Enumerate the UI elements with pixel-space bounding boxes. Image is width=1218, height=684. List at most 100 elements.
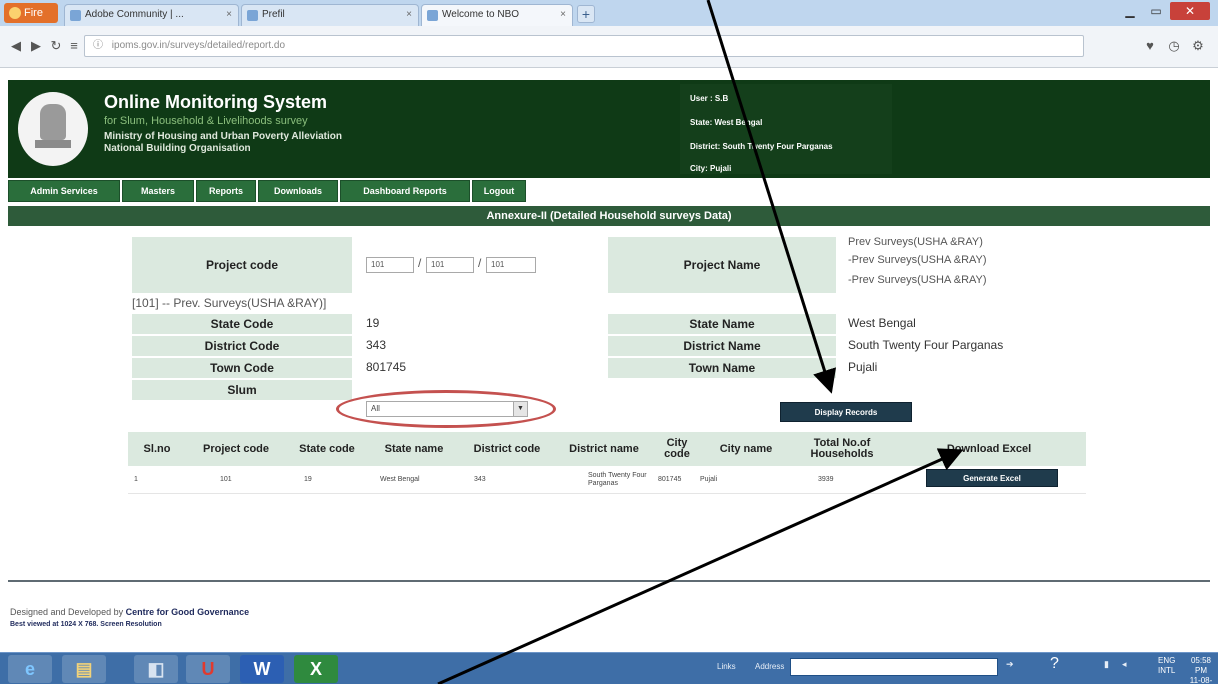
town-code-value: 801745 (366, 360, 407, 374)
lang-region: INTL (1158, 666, 1176, 675)
tab-close-icon[interactable]: × (560, 5, 566, 25)
district-code-label: District Code (132, 336, 352, 358)
taskbar-address-input[interactable] (790, 658, 998, 676)
browser-navbar: ◀ ▶ ↻ ≡ ⓘ ipoms.gov.in/surveys/detailed/… (0, 26, 1218, 68)
state-code-label: State Code (132, 314, 352, 336)
menu-downloads[interactable]: Downloads (258, 180, 338, 202)
help-icon[interactable]: ? (1050, 655, 1059, 673)
state-line: State: West Bengal (690, 118, 763, 127)
user-info-panel: User : S.B State: West Bengal District: … (680, 84, 892, 174)
tab-close-icon[interactable]: × (226, 5, 232, 25)
col-download-excel: Download Excel (946, 442, 1032, 455)
firefox-menu-button[interactable]: Fire (4, 3, 58, 23)
project-code-input-2[interactable]: 101 (426, 257, 474, 273)
antivirus-icon[interactable]: U (186, 655, 230, 683)
project-code-input-3[interactable]: 101 (486, 257, 536, 273)
file-explorer-icon[interactable]: ▤ (62, 655, 106, 683)
ministry-name: Ministry of Housing and Urban Poverty Al… (104, 131, 342, 142)
back-icon[interactable]: ◀ (6, 36, 26, 56)
menu-masters[interactable]: Masters (122, 180, 194, 202)
slum-label: Slum (132, 380, 352, 402)
col-district-name: District name (569, 442, 639, 455)
project-name-label: Project Name (608, 237, 836, 295)
col-district-code: District code (473, 442, 541, 455)
system-time[interactable]: 05:58 PM 11-08-2015 (1184, 656, 1218, 684)
cell-slno: 1 (134, 476, 138, 483)
links-label[interactable]: Links (717, 662, 736, 671)
district-name-value: South Twenty Four Parganas (848, 338, 1004, 352)
heart-icon[interactable]: ♥ (1140, 36, 1160, 56)
organisation-name: National Building Organisation (104, 143, 251, 154)
cell-district-code: 343 (474, 476, 486, 483)
address-label: Address (755, 662, 785, 671)
word-icon[interactable]: W (240, 655, 284, 683)
town-name-label: Town Name (608, 358, 836, 380)
slash-separator: / (418, 256, 422, 270)
tab-favicon-icon (70, 10, 81, 21)
site-title: Online Monitoring System (104, 92, 328, 112)
results-table-header: Sl.no Project code State code State name… (128, 432, 1086, 466)
site-header: Online Monitoring System for Slum, House… (8, 80, 1210, 178)
windows-taskbar: e ▤ ◧ U W X Links Address ➔ ? ▮ ◂ ENG IN… (0, 652, 1218, 684)
site-info-icon[interactable]: ⓘ (93, 40, 103, 51)
clock-date: 11-08-2015 (1189, 676, 1213, 684)
image-viewer-icon[interactable]: ◧ (134, 655, 178, 683)
footer-divider (8, 580, 1210, 582)
site-subtitle: for Slum, Household & Livelihoods survey (104, 115, 308, 127)
cell-project-code: 101 (220, 476, 232, 483)
menu-reports[interactable]: Reports (196, 180, 256, 202)
cell-state-code: 19 (304, 476, 312, 483)
minimize-button[interactable]: ▁ (1118, 2, 1142, 20)
internet-explorer-icon[interactable]: e (8, 655, 52, 683)
menu-admin-services[interactable]: Admin Services (8, 180, 120, 202)
firefox-label: Fire (24, 7, 43, 19)
cell-city-name: Pujali (700, 476, 718, 483)
tab-favicon-icon (247, 10, 258, 21)
browser-tab-active[interactable]: Welcome to NBO × (421, 4, 573, 26)
addon-icon[interactable]: ⚙ (1188, 36, 1208, 56)
maximize-button[interactable]: ▭ (1144, 2, 1168, 20)
new-tab-button[interactable]: + (577, 5, 595, 23)
system-clock[interactable]: ENG INTL (1158, 656, 1175, 676)
footer-credit-org[interactable]: Centre for Good Governance (126, 607, 250, 617)
national-emblem-icon (18, 92, 88, 166)
col-total-households: Total No.of Households (810, 437, 874, 460)
close-window-button[interactable]: ✕ (1170, 2, 1210, 20)
state-name-value: West Bengal (848, 316, 916, 330)
project-code-input-1[interactable]: 101 (366, 257, 414, 273)
project-name-value: -Prev Surveys(USHA &RAY) (848, 254, 987, 266)
excel-icon[interactable]: X (294, 655, 338, 683)
firefox-logo-icon (9, 7, 21, 19)
cell-total-households: 3939 (818, 476, 834, 483)
col-city-name: City name (719, 442, 773, 455)
tab-title: Welcome to NBO (442, 9, 520, 20)
cell-city-code: 801745 (658, 476, 682, 483)
town-code-label: Town Code (132, 358, 352, 380)
project-name-value: -Prev Surveys(USHA &RAY) (848, 274, 987, 286)
network-icon[interactable]: ▮ (1104, 659, 1109, 670)
display-records-button[interactable]: Display Records (780, 402, 912, 422)
browser-tab-2[interactable]: Prefil × (241, 4, 419, 26)
lang-code: ENG (1158, 656, 1176, 665)
state-name-label: State Name (608, 314, 836, 336)
tab-title: Prefil (262, 9, 285, 20)
city-line: City: Pujali (690, 164, 732, 173)
col-project-code: Project code (202, 442, 270, 455)
address-bar[interactable]: ⓘ ipoms.gov.in/surveys/detailed/report.d… (84, 35, 1084, 57)
reload-icon[interactable]: ↻ (46, 36, 66, 56)
history-icon[interactable]: ◷ (1164, 36, 1184, 56)
menu-dashboard-reports[interactable]: Dashboard Reports (340, 180, 470, 202)
go-icon[interactable]: ➔ (1006, 659, 1014, 670)
tab-close-icon[interactable]: × (406, 5, 412, 25)
generate-excel-button[interactable]: Generate Excel (926, 469, 1058, 487)
district-code-value: 343 (366, 338, 387, 352)
volume-icon[interactable]: ◂ (1122, 659, 1127, 670)
bookmarks-icon[interactable]: ≡ (64, 36, 84, 56)
browser-tabstrip: Fire Adobe Community | ... × Prefil × We… (0, 0, 1218, 26)
footer-resolution-note: Best viewed at 1024 X 768. Screen Resolu… (10, 621, 162, 628)
browser-tab-1[interactable]: Adobe Community | ... × (64, 4, 239, 26)
page-title: Annexure-II (Detailed Household surveys … (8, 206, 1210, 226)
menu-logout[interactable]: Logout (472, 180, 526, 202)
forward-icon[interactable]: ▶ (26, 36, 46, 56)
col-slno: Sl.no (143, 442, 171, 455)
